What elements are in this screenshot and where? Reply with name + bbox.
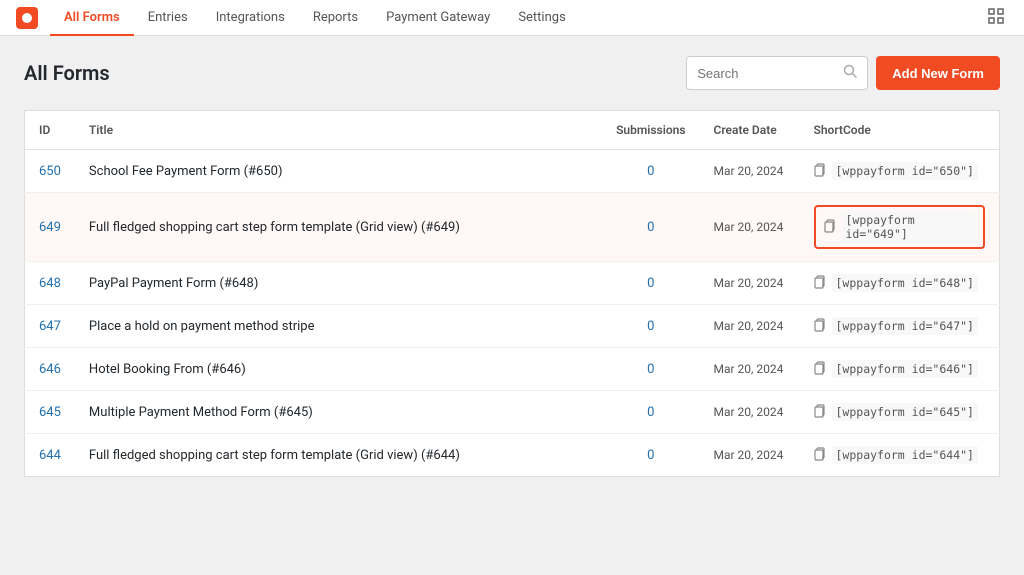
shortcode-text: [wppayform id="650"] bbox=[832, 162, 978, 180]
shortcode-cell: [wppayform id="648"] bbox=[800, 262, 1000, 305]
submissions-link[interactable]: 0 bbox=[616, 448, 685, 463]
nav-item-entries[interactable]: Entries bbox=[134, 0, 202, 36]
table-row: 650 School Fee Payment Form (#650) 0 Mar 20… bbox=[25, 150, 1000, 193]
form-id-link[interactable]: 644 bbox=[39, 448, 61, 463]
form-title: Place a hold on payment method stripe bbox=[75, 305, 602, 348]
form-id-link[interactable]: 649 bbox=[39, 220, 61, 235]
shortcode-container: [wppayform id="645"] bbox=[814, 403, 986, 421]
nav-item-payment-gateway[interactable]: Payment Gateway bbox=[372, 0, 504, 36]
main-content: All Forms Add New Form ID Title Submis bbox=[0, 36, 1024, 575]
shortcode-copy-icon bbox=[814, 447, 826, 464]
shortcode-copy-icon bbox=[814, 361, 826, 378]
form-id-link[interactable]: 650 bbox=[39, 164, 61, 179]
add-new-form-button[interactable]: Add New Form bbox=[876, 56, 1000, 90]
create-date: Mar 20, 2024 bbox=[700, 305, 800, 348]
submissions-link[interactable]: 0 bbox=[616, 276, 685, 291]
col-header-create-date: Create Date bbox=[700, 111, 800, 150]
submissions-link[interactable]: 0 bbox=[616, 164, 685, 179]
shortcode-text: [wppayform id="647"] bbox=[832, 317, 978, 335]
table-row: 645 Multiple Payment Method Form (#645) 0M… bbox=[25, 391, 1000, 434]
form-id-link[interactable]: 645 bbox=[39, 405, 61, 420]
form-id-link[interactable]: 646 bbox=[39, 362, 61, 377]
create-date: Mar 20, 2024 bbox=[700, 262, 800, 305]
shortcode-text: [wppayform id="646"] bbox=[832, 360, 978, 378]
table-row: 649 Full fledged shopping cart step form … bbox=[25, 193, 1000, 262]
shortcode-cell: [wppayform id="650"] bbox=[800, 150, 1000, 193]
header-actions: Add New Form bbox=[686, 56, 1000, 90]
table-header: ID Title Submissions Create Date ShortCo… bbox=[25, 111, 1000, 150]
shortcode-container: [wppayform id="648"] bbox=[814, 274, 986, 292]
page-header: All Forms Add New Form bbox=[24, 56, 1000, 90]
shortcode-copy-icon bbox=[814, 404, 826, 421]
create-date: Mar 20, 2024 bbox=[700, 434, 800, 477]
shortcode-text: [wppayform id="649"] bbox=[842, 211, 976, 243]
table-body: 650 School Fee Payment Form (#650) 0 Mar 20… bbox=[25, 150, 1000, 477]
create-date: Mar 20, 2024 bbox=[700, 348, 800, 391]
search-box bbox=[686, 56, 868, 90]
shortcode-container: [wppayform id="650"] bbox=[814, 162, 986, 180]
form-title: Full fledged shopping cart step form tem… bbox=[75, 193, 602, 262]
expand-icon[interactable] bbox=[984, 4, 1008, 32]
nav-item-reports[interactable]: Reports bbox=[299, 0, 372, 36]
shortcode-container: [wppayform id="646"] bbox=[814, 360, 986, 378]
table-row: 646 Hotel Booking From (#646) 0 Mar 20, 202… bbox=[25, 348, 1000, 391]
shortcode-copy-icon bbox=[824, 219, 836, 236]
nav-item-settings[interactable]: Settings bbox=[504, 0, 579, 36]
search-icon bbox=[843, 64, 857, 82]
shortcode-text: [wppayform id="644"] bbox=[832, 446, 978, 464]
nav-item-all-forms[interactable]: All Forms bbox=[50, 0, 134, 36]
col-header-title: Title bbox=[75, 111, 602, 150]
shortcode-container: [wppayform id="647"] bbox=[814, 317, 986, 335]
col-header-shortcode: ShortCode bbox=[800, 111, 1000, 150]
shortcode-copy-icon bbox=[814, 318, 826, 335]
form-id-link[interactable]: 648 bbox=[39, 276, 61, 291]
shortcode-cell: [wppayform id="649"] bbox=[800, 193, 1000, 262]
shortcode-cell: [wppayform id="645"] bbox=[800, 391, 1000, 434]
create-date: Mar 20, 2024 bbox=[700, 391, 800, 434]
shortcode-copy-icon bbox=[814, 275, 826, 292]
shortcode-cell: [wppayform id="644"] bbox=[800, 434, 1000, 477]
top-navigation: All Forms Entries Integrations Reports P… bbox=[0, 0, 1024, 36]
submissions-link[interactable]: 0 bbox=[616, 319, 685, 334]
table-row: 648 PayPal Payment Form (#648) 0 Mar 20, 20… bbox=[25, 262, 1000, 305]
nav-item-integrations[interactable]: Integrations bbox=[202, 0, 299, 36]
table-row: 647 Place a hold on payment method stripe… bbox=[25, 305, 1000, 348]
search-input[interactable] bbox=[697, 66, 837, 81]
shortcode-cell: [wppayform id="647"] bbox=[800, 305, 1000, 348]
col-header-id: ID bbox=[25, 111, 75, 150]
create-date: Mar 20, 2024 bbox=[700, 193, 800, 262]
form-title: Hotel Booking From (#646) bbox=[75, 348, 602, 391]
create-date: Mar 20, 2024 bbox=[700, 150, 800, 193]
form-title: Full fledged shopping cart step form tem… bbox=[75, 434, 602, 477]
shortcode-container: [wppayform id="644"] bbox=[814, 446, 986, 464]
highlighted-shortcode-container[interactable]: [wppayform id="649"] bbox=[814, 205, 986, 249]
form-title: School Fee Payment Form (#650) bbox=[75, 150, 602, 193]
shortcode-text: [wppayform id="645"] bbox=[832, 403, 978, 421]
nav-menu: All Forms Entries Integrations Reports P… bbox=[50, 0, 984, 36]
submissions-link[interactable]: 0 bbox=[616, 362, 685, 377]
forms-table: ID Title Submissions Create Date ShortCo… bbox=[24, 110, 1000, 477]
page-title: All Forms bbox=[24, 61, 110, 85]
shortcode-cell: [wppayform id="646"] bbox=[800, 348, 1000, 391]
submissions-link[interactable]: 0 bbox=[616, 220, 685, 235]
logo-icon bbox=[22, 13, 32, 23]
table-row: 644 Full fledged shopping cart step form … bbox=[25, 434, 1000, 477]
form-title: PayPal Payment Form (#648) bbox=[75, 262, 602, 305]
shortcode-copy-icon bbox=[814, 163, 826, 180]
submissions-link[interactable]: 0 bbox=[616, 405, 685, 420]
shortcode-text: [wppayform id="648"] bbox=[832, 274, 978, 292]
app-logo bbox=[16, 7, 38, 29]
form-title: Multiple Payment Method Form (#645) bbox=[75, 391, 602, 434]
form-id-link[interactable]: 647 bbox=[39, 319, 61, 334]
col-header-submissions: Submissions bbox=[602, 111, 699, 150]
